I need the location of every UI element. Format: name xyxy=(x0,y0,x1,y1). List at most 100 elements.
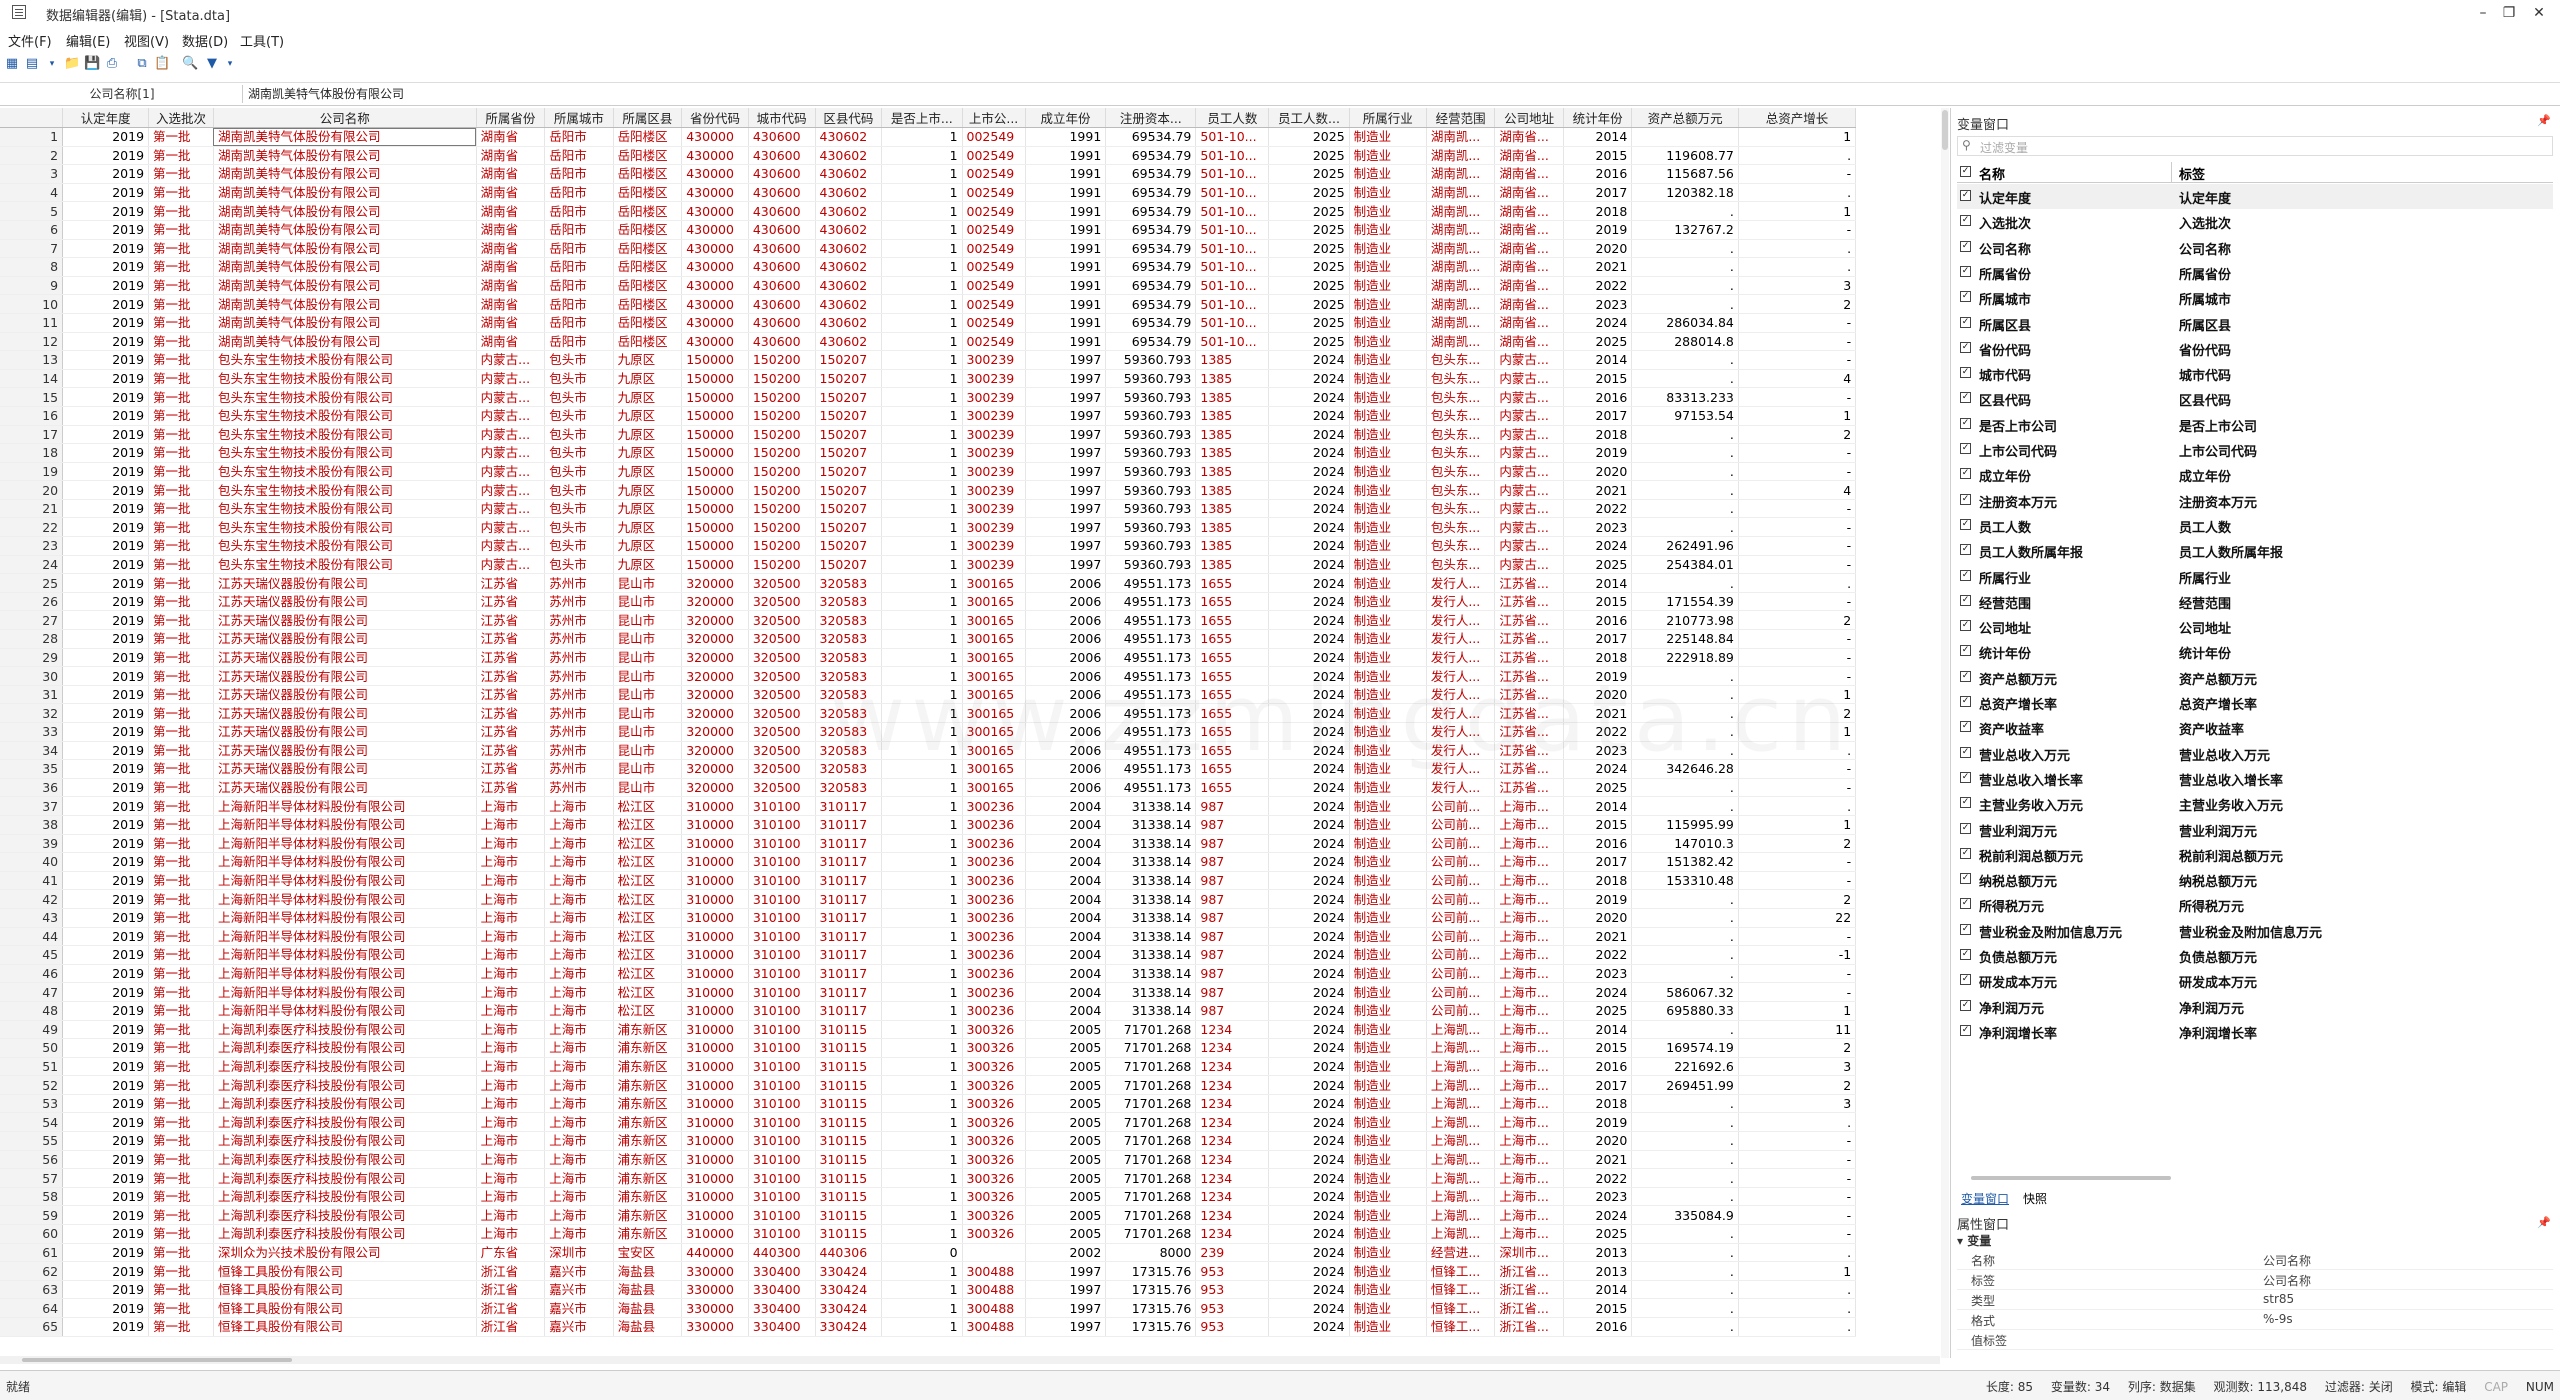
table-cell[interactable]: 2019 xyxy=(62,406,150,426)
table-cell[interactable]: 2016 xyxy=(1563,610,1633,631)
table-row[interactable]: 54 2019 第一批 上海凯利泰医疗科技股份有限公司 上海市 上海市 浦东新区 310000… xyxy=(0,1112,1940,1133)
table-cell[interactable]: 内蒙古... xyxy=(1494,462,1564,482)
table-cell[interactable]: 2024 xyxy=(1563,313,1633,333)
table-cell[interactable]: 1 xyxy=(881,648,963,668)
table-cell[interactable]: 2002 xyxy=(1025,1243,1107,1263)
table-cell[interactable]: 2025 xyxy=(1268,257,1350,277)
table-cell[interactable]: 1655 xyxy=(1195,759,1270,779)
table-cell[interactable]: 松江区 xyxy=(613,796,683,816)
variable-list-item[interactable]: ✓ 资产收益率 资产收益率 xyxy=(1957,715,2553,740)
table-cell[interactable]: 320500 xyxy=(748,759,816,779)
row-number[interactable]: 62 xyxy=(0,1261,64,1281)
table-cell[interactable]: 1997 xyxy=(1025,1280,1107,1300)
table-cell[interactable]: 1 xyxy=(881,703,963,723)
table-cell[interactable]: 300165 xyxy=(962,629,1026,649)
table-cell[interactable]: 包头东... xyxy=(1426,499,1496,519)
column-header[interactable]: 注册资本... xyxy=(1105,108,1197,128)
table-cell[interactable]: 江苏省 xyxy=(476,666,546,686)
table-cell[interactable]: 2005 xyxy=(1025,1224,1107,1244)
table-cell[interactable]: 2019 xyxy=(62,1075,150,1095)
table-cell[interactable]: 湖南省... xyxy=(1494,276,1564,296)
table-cell[interactable]: 制造业 xyxy=(1349,1131,1427,1151)
table-cell[interactable]: 1 xyxy=(1738,722,1857,742)
table-cell[interactable]: 上海凯... xyxy=(1426,1038,1496,1058)
table-cell[interactable]: 第一批 xyxy=(148,592,214,612)
table-cell[interactable]: 2019 xyxy=(62,499,150,519)
table-cell[interactable]: 440300 xyxy=(748,1243,816,1263)
table-cell[interactable]: 湖南省 xyxy=(476,276,546,296)
table-cell[interactable]: 上海市 xyxy=(476,796,546,816)
variable-list-item[interactable]: ✓ 资产总额万元 资产总额万元 xyxy=(1957,665,2553,690)
table-cell[interactable]: 1997 xyxy=(1025,480,1107,500)
table-cell[interactable]: 浦东新区 xyxy=(613,1057,683,1077)
table-cell[interactable]: 2019 xyxy=(62,1298,150,1318)
table-cell[interactable]: 九原区 xyxy=(613,369,683,389)
tab-snapshots[interactable]: 快照 xyxy=(2023,1190,2047,1207)
table-cell[interactable]: 1 xyxy=(881,294,963,314)
row-number[interactable]: 34 xyxy=(0,741,64,761)
table-cell[interactable]: 31338.14 xyxy=(1105,834,1197,854)
table-cell[interactable]: 310100 xyxy=(748,1001,816,1021)
table-cell[interactable]: 2016 xyxy=(1563,164,1633,184)
table-cell[interactable]: 1 xyxy=(881,722,963,742)
table-cell[interactable]: 2006 xyxy=(1025,685,1107,705)
table-cell[interactable]: 昆山市 xyxy=(613,741,683,761)
table-cell[interactable]: 300165 xyxy=(962,722,1026,742)
table-cell[interactable]: 310100 xyxy=(748,796,816,816)
table-cell[interactable]: - xyxy=(1738,759,1857,779)
table-cell[interactable]: 300488 xyxy=(962,1317,1026,1337)
table-cell[interactable]: 2025 xyxy=(1268,313,1350,333)
data-grid[interactable]: 认定年度 入选批次 公司名称 所属省份 所属城市 所属区县 省份代码 城市代码 区县代码 是否上市… xyxy=(0,108,1940,1360)
table-cell[interactable]: 制造业 xyxy=(1349,1224,1427,1244)
table-cell[interactable]: 第一批 xyxy=(148,1243,214,1263)
table-cell[interactable]: 2024 xyxy=(1268,759,1350,779)
table-cell[interactable]: 江苏天瑞仪器股份有限公司 xyxy=(213,610,477,631)
table-cell[interactable]: . xyxy=(1631,927,1739,947)
table-cell[interactable]: 310115 xyxy=(815,1205,883,1226)
row-number[interactable]: 22 xyxy=(0,517,64,538)
table-row[interactable]: 1 2019 第一批 湖南凯美特气体股份有限公司 湖南省 岳阳市 岳阳楼区 430000 430… xyxy=(0,127,1940,147)
table-cell[interactable]: 1997 xyxy=(1025,536,1107,556)
table-cell[interactable]: 310000 xyxy=(681,1038,749,1058)
table-cell[interactable]: 湖南省... xyxy=(1494,294,1564,314)
table-cell[interactable]: 1655 xyxy=(1195,703,1270,723)
table-cell[interactable]: 1655 xyxy=(1195,666,1270,686)
row-number[interactable]: 20 xyxy=(0,480,64,500)
table-cell[interactable]: 上海市 xyxy=(544,927,614,947)
column-header[interactable]: 城市代码 xyxy=(748,108,816,128)
table-cell[interactable]: 昆山市 xyxy=(613,703,683,723)
table-row[interactable]: 2 2019 第一批 湖南凯美特气体股份有限公司 湖南省 岳阳市 岳阳楼区 430000 430… xyxy=(0,146,1940,166)
table-cell[interactable]: 上海市 xyxy=(476,871,546,891)
table-cell[interactable]: 第一批 xyxy=(148,146,214,166)
table-cell[interactable]: 1234 xyxy=(1195,1020,1270,1040)
table-cell[interactable]: 1 xyxy=(881,1280,963,1300)
copy-icon[interactable]: ⧉ xyxy=(134,56,150,72)
variable-list-item[interactable]: ✓ 公司名称 公司名称 xyxy=(1957,235,2553,260)
table-cell[interactable]: 岳阳市 xyxy=(544,164,614,184)
table-cell[interactable]: 310117 xyxy=(815,945,883,965)
table-cell[interactable]: 430602 xyxy=(815,239,883,259)
table-cell[interactable]: - xyxy=(1738,852,1857,872)
table-cell[interactable]: 岳阳楼区 xyxy=(613,183,683,203)
table-cell[interactable]: 310100 xyxy=(748,1150,816,1170)
table-cell[interactable]: 湖南凯美特气体股份有限公司 xyxy=(213,239,477,259)
table-cell[interactable]: 苏州市 xyxy=(544,778,614,798)
table-cell[interactable]: 制造业 xyxy=(1349,555,1427,575)
table-cell[interactable]: . xyxy=(1738,146,1857,166)
table-cell[interactable]: 内蒙古... xyxy=(476,462,546,482)
table-cell[interactable]: 2020 xyxy=(1563,1131,1633,1151)
variable-list-item[interactable]: ✓ 是否上市公司 是否上市公司 xyxy=(1957,412,2553,437)
table-cell[interactable]: 300239 xyxy=(962,425,1026,445)
table-cell[interactable]: 包头东... xyxy=(1426,425,1496,445)
table-cell[interactable]: 内蒙古... xyxy=(476,425,546,445)
table-cell[interactable]: 2018 xyxy=(1563,1094,1633,1114)
table-cell[interactable]: 海盐县 xyxy=(613,1298,683,1318)
table-cell[interactable]: 第一批 xyxy=(148,1150,214,1170)
table-cell[interactable]: 湖南省... xyxy=(1494,183,1564,203)
table-cell[interactable]: 2019 xyxy=(62,462,150,482)
table-cell[interactable]: 320000 xyxy=(681,629,749,649)
table-cell[interactable]: 松江区 xyxy=(613,834,683,854)
table-cell[interactable]: 内蒙古... xyxy=(1494,499,1564,519)
table-cell[interactable]: . xyxy=(1631,666,1739,686)
table-cell[interactable]: 上海市... xyxy=(1494,1187,1564,1207)
